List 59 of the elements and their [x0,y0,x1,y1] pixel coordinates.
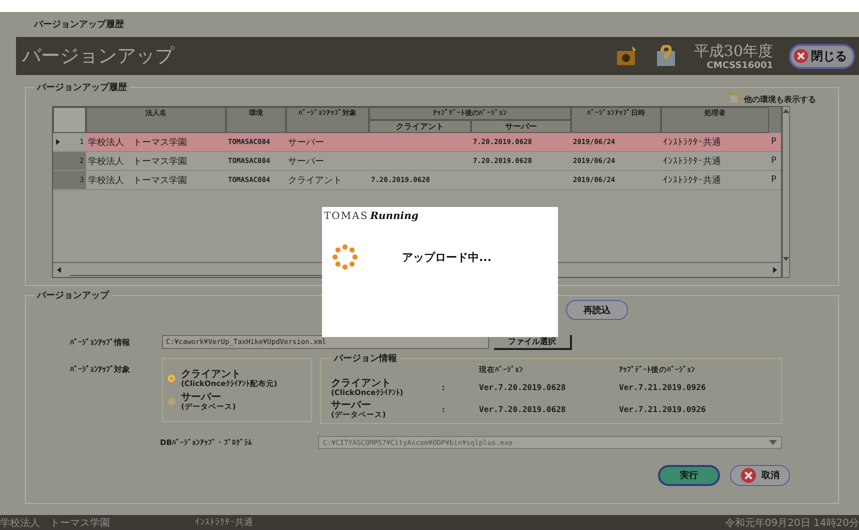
close-icon [794,49,808,63]
group-legend: バージョン情報 [331,352,400,365]
radio-button[interactable] [167,374,176,383]
screen-id: CMCSS16001 [706,60,773,70]
help-icon[interactable] [656,45,676,67]
scroll-down-icon[interactable] [783,257,789,261]
run-button[interactable]: 実行 [658,465,720,486]
screen-title: バージョンアップ [22,44,174,69]
version-label: サーバー [331,400,372,410]
table-cell-text: ｲﾝｽﾄﾗｸﾀｰ共通 [662,156,722,168]
table-cell-text: サーバー [287,156,325,168]
radio-button[interactable] [167,397,176,406]
column-header: サーバー [471,120,571,133]
updated-version: Ver.7.21.2019.0926 [619,383,707,392]
table-cell-text: ｲﾝｽﾄﾗｸﾀｰ共通 [662,174,722,188]
status-user: ｲﾝｽﾄﾗｸﾀｰ共通 [195,516,254,529]
checkbox[interactable] [729,94,739,104]
table-cell-text: 学校法人 トーマス学園 [87,174,188,188]
table-cell-text: クライアント [287,174,343,188]
radio-label: クライアント [181,370,242,380]
field-label: ﾊﾞｰｼﾞｮﾝｱｯﾌﾟ情報 [70,336,131,348]
scroll-right-icon[interactable] [773,267,777,273]
table-cell-text: サーバー [287,136,325,150]
table-cell-text: P [770,155,778,168]
field-label: ﾊﾞｰｼﾞｮﾝｱｯﾌﾟ対象 [70,364,131,375]
column-header: クライアント [369,120,471,133]
updated-version: Ver.7.21.2019.0926 [619,404,707,414]
checkbox-label: 他の環境も表示する [744,94,816,104]
section-legend: バージョンアップ履歴 [34,81,130,94]
table-cell-text: P [770,136,778,149]
current-version: Ver.7.20.2019.0628 [479,383,567,392]
separator-colon: : [441,404,447,414]
section-legend: バージョンアップ [34,289,112,302]
dropdown-arrow-icon [769,440,777,445]
spinner-icon [332,244,358,270]
camera-icon[interactable] [616,45,638,67]
radio-label: サーバー [181,393,222,403]
cancel-button[interactable]: 取消 [730,465,790,486]
version-label: クライアント [331,379,392,389]
fiscal-year: 平成30年度 [694,42,773,60]
reload-button[interactable]: 再読込 [566,300,628,320]
frame-legend: バージョンアップ履歴 [34,18,124,31]
dialog-message: アップロード中... [402,250,492,264]
current-version: Ver.7.20.2019.0628 [479,404,567,414]
logo-text: TOMAS [324,211,368,222]
table-cell-text: ｲﾝｽﾄﾗｸﾀｰ共通 [662,136,722,150]
logo-text: Running [370,211,418,222]
vertical-scrollbar[interactable] [782,106,790,278]
table-cell-text: 学校法人 トーマス学園 [87,156,188,168]
status-datetime: 令和元年09月20日 14時20分 [724,516,859,530]
table-cell-text: 学校法人 トーマス学園 [87,136,188,150]
table-cell-text: P [770,174,778,187]
scroll-left-icon[interactable] [57,267,61,273]
close-button[interactable]: 閉じる [789,44,855,68]
status-corporation: 学校法人 トーマス学園 [0,516,111,530]
close-icon [740,468,756,483]
current-row-icon [56,139,60,145]
separator-colon: : [441,383,447,392]
scroll-up-icon[interactable] [783,109,789,113]
